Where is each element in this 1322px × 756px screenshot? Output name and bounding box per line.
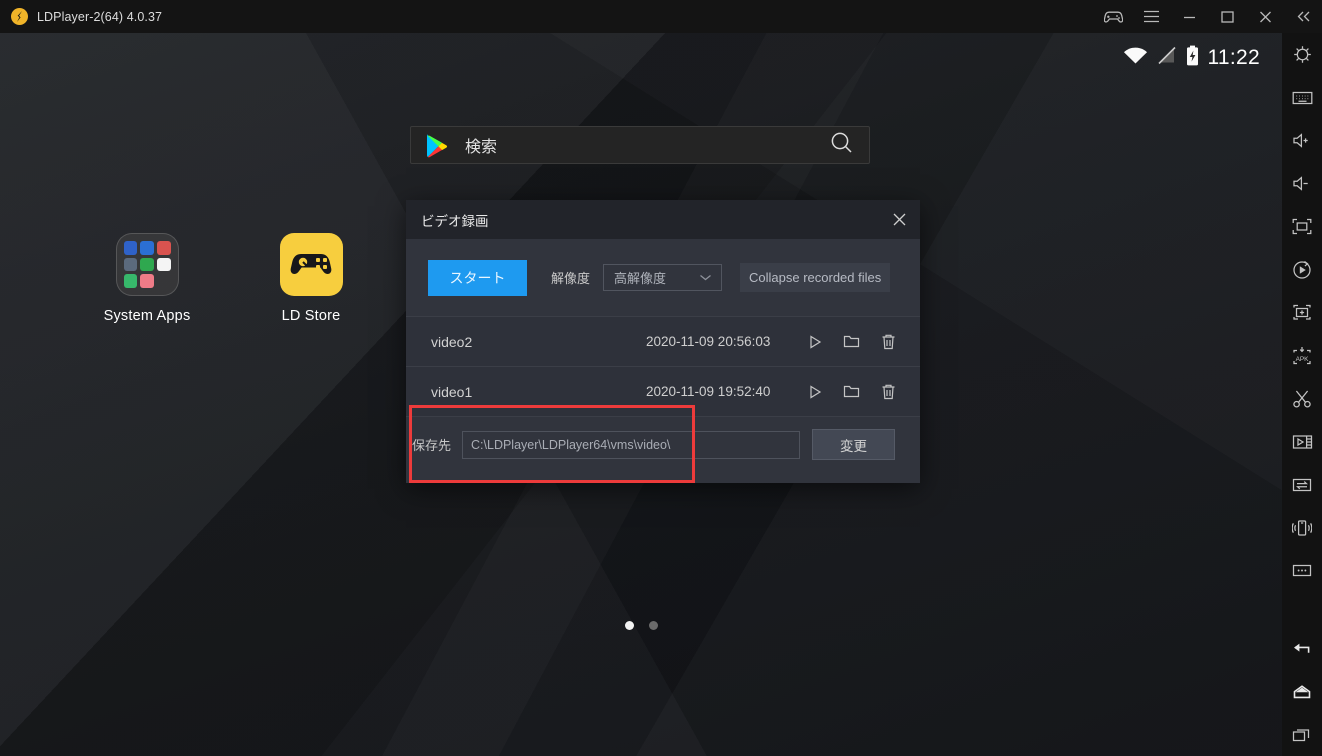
chevron-down-icon <box>699 269 712 287</box>
video-record-icon[interactable] <box>1282 420 1322 463</box>
window-title: LDPlayer-2(64) 4.0.37 <box>37 9 163 24</box>
ldplayer-window: LDPlayer-2(64) 4.0.37 11:22 検索 System Ap… <box>0 0 1322 756</box>
table-row[interactable]: video1 2020-11-09 19:52:40 <box>406 366 920 416</box>
settings-icon[interactable] <box>1282 33 1322 76</box>
menu-icon[interactable] <box>1132 0 1170 33</box>
resolution-label: 解像度 <box>551 271 591 286</box>
ld-store-tile <box>279 233 343 296</box>
folder-icon[interactable] <box>841 331 862 352</box>
search-placeholder: 検索 <box>465 139 498 156</box>
video-name: video1 <box>431 383 473 400</box>
save-path-input[interactable] <box>462 430 801 459</box>
window-controls <box>1094 0 1322 33</box>
dialog-header: ビデオ録画 <box>406 200 920 239</box>
resolution-select[interactable]: 高解像度 <box>603 264 723 291</box>
volume-down-icon[interactable] <box>1282 162 1322 205</box>
more-icon[interactable] <box>1282 549 1322 592</box>
page-dot-active[interactable] <box>624 621 634 630</box>
fullscreen-icon[interactable] <box>1282 205 1322 248</box>
keyboard-icon[interactable] <box>1282 76 1322 119</box>
mini-icon <box>123 257 138 272</box>
save-location-row: 保存先 変更 <box>406 416 920 472</box>
mini-icon <box>156 241 171 255</box>
mini-icon <box>157 274 171 288</box>
page-indicator <box>0 621 1282 630</box>
gamepad-icon[interactable] <box>1094 0 1132 33</box>
home-icon[interactable] <box>1282 670 1322 713</box>
clock: 11:22 <box>1207 46 1260 69</box>
back-icon[interactable] <box>1282 627 1322 670</box>
search-icon[interactable] <box>830 131 853 159</box>
gamepad-icon <box>290 253 332 274</box>
video-name: video2 <box>431 333 473 350</box>
play-icon[interactable] <box>804 331 825 352</box>
collapse-recorded-files-button[interactable]: Collapse recorded files <box>740 263 891 292</box>
resolution-value: 高解像度 <box>614 271 667 286</box>
folder-tile <box>115 233 179 296</box>
trash-icon[interactable] <box>878 381 899 402</box>
shake-icon[interactable] <box>1282 506 1322 549</box>
mini-icon <box>156 257 171 272</box>
play-search-widget[interactable]: 検索 <box>410 126 870 164</box>
mini-icon <box>140 274 154 288</box>
title-bar: LDPlayer-2(64) 4.0.37 <box>0 0 1322 33</box>
desktop-icon-system-apps[interactable]: System Apps <box>82 233 212 324</box>
rotate-icon[interactable] <box>1282 248 1322 291</box>
dialog-title: ビデオ録画 <box>421 213 489 229</box>
android-status-bar: 11:22 <box>1123 43 1261 73</box>
play-icon[interactable] <box>804 381 825 402</box>
row-actions <box>804 381 899 402</box>
video-record-dialog: ビデオ録画 スタート 解像度 高解像度 Collapse recorded fi… <box>406 200 920 483</box>
dialog-toolbar: スタート 解像度 高解像度 Collapse recorded files <box>406 239 920 316</box>
svg-text:APK: APK <box>1296 355 1310 362</box>
row-actions <box>804 331 899 352</box>
close-icon[interactable] <box>1246 0 1284 33</box>
volume-up-icon[interactable] <box>1282 119 1322 162</box>
save-location-label: 保存先 <box>412 438 452 453</box>
mini-icon <box>123 241 138 255</box>
start-button[interactable]: スタート <box>428 259 527 296</box>
ldplayer-logo-icon <box>11 8 28 25</box>
mini-icon <box>140 257 154 272</box>
collapse-icon[interactable] <box>1284 0 1322 33</box>
recents-icon[interactable] <box>1282 713 1322 756</box>
trash-icon[interactable] <box>878 331 899 352</box>
minimize-icon[interactable] <box>1170 0 1208 33</box>
table-row[interactable]: video2 2020-11-09 20:56:03 <box>406 316 920 366</box>
change-button[interactable]: 変更 <box>812 429 896 460</box>
desktop-icon-ld-store[interactable]: LD Store <box>246 233 376 324</box>
maximize-icon[interactable] <box>1208 0 1246 33</box>
video-date: 2020-11-09 20:56:03 <box>646 334 771 349</box>
battery-charging-icon <box>1186 45 1199 71</box>
add-screen-icon[interactable] <box>1282 291 1322 334</box>
wifi-icon <box>1123 46 1148 70</box>
desktop-icon-label: System Apps <box>103 308 191 324</box>
install-apk-icon[interactable]: APK <box>1282 334 1322 377</box>
desktop-icon-label: LD Store <box>281 308 341 324</box>
right-toolbar: APK <box>1282 33 1322 756</box>
mini-icon <box>140 241 154 255</box>
scissors-icon[interactable] <box>1282 377 1322 420</box>
close-icon[interactable] <box>878 200 920 239</box>
video-date: 2020-11-09 19:52:40 <box>646 384 771 399</box>
folder-icon[interactable] <box>841 381 862 402</box>
signal-off-icon <box>1157 46 1177 70</box>
mini-icon <box>123 274 138 288</box>
sync-transfer-icon[interactable] <box>1282 463 1322 506</box>
page-dot[interactable] <box>648 621 658 630</box>
google-play-icon <box>426 133 449 158</box>
